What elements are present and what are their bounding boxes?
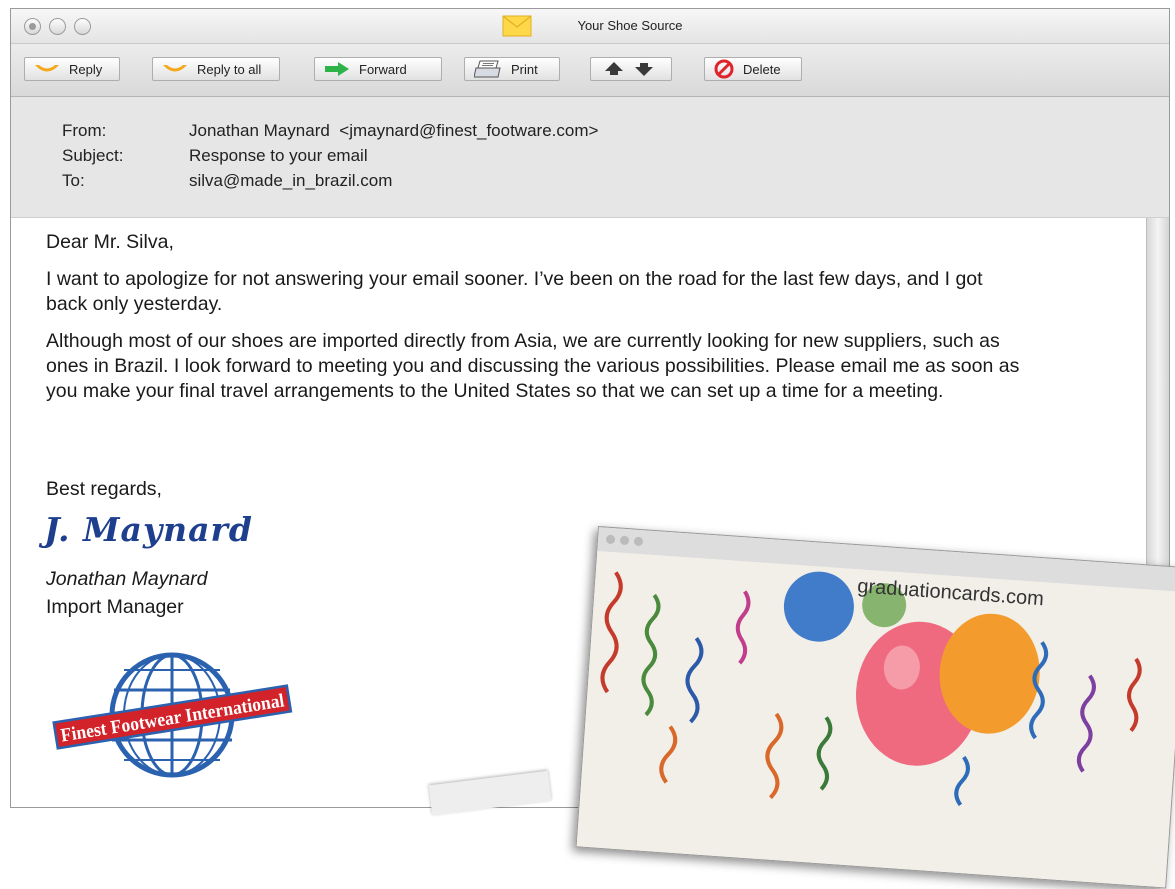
- delete-button[interactable]: Delete: [704, 57, 802, 81]
- up-down-arrows-icon: [605, 62, 653, 76]
- reply-all-button[interactable]: Reply to all: [152, 57, 280, 81]
- company-logo: Finest Footwear International: [52, 652, 293, 778]
- subject-value: Response to your email: [189, 146, 368, 165]
- greeting: Dear Mr. Silva,: [46, 231, 174, 253]
- printer-icon: [474, 60, 501, 78]
- sender-name: Jonathan Maynard: [46, 568, 208, 590]
- balloons-streamers-illustration: [576, 551, 1175, 888]
- print-button[interactable]: Print: [464, 57, 560, 81]
- from-label: From:: [62, 121, 107, 140]
- reply-arrow-icon: [35, 65, 59, 72]
- graduation-card-overlay: graduationcards.com: [575, 526, 1175, 889]
- handwritten-signature: J. Maynard: [44, 510, 253, 549]
- reply-all-arrow-icon: [163, 65, 187, 72]
- sender-title: Import Manager: [46, 596, 184, 618]
- delete-icon: [714, 59, 734, 79]
- previous-next-buttons[interactable]: [590, 57, 672, 81]
- to-label: To:: [62, 171, 85, 190]
- reply-button[interactable]: Reply: [24, 57, 120, 81]
- to-value[interactable]: silva@made_in_brazil.com: [189, 171, 392, 191]
- message-header: From: Jonathan Maynard <jmaynard@finest_…: [11, 97, 1169, 218]
- title-bar: Your Shoe Source: [11, 9, 1169, 44]
- message-body: Dear Mr. Silva, I want to apologize for …: [46, 230, 1026, 416]
- subject-label: Subject:: [62, 146, 124, 165]
- forward-button[interactable]: Forward: [314, 57, 442, 81]
- toolbar: Reply Reply to all Forward Print Delete: [11, 44, 1169, 97]
- from-value[interactable]: Jonathan Maynard <jmaynard@finest_footwa…: [189, 121, 598, 141]
- paragraph-1: I want to apologize for not answering yo…: [46, 268, 983, 315]
- closing: Best regards,: [46, 478, 162, 500]
- window-title: Your Shoe Source: [577, 18, 683, 33]
- paragraph-2: Although most of our shoes are imported …: [46, 330, 1020, 402]
- forward-arrow-icon: [325, 62, 349, 76]
